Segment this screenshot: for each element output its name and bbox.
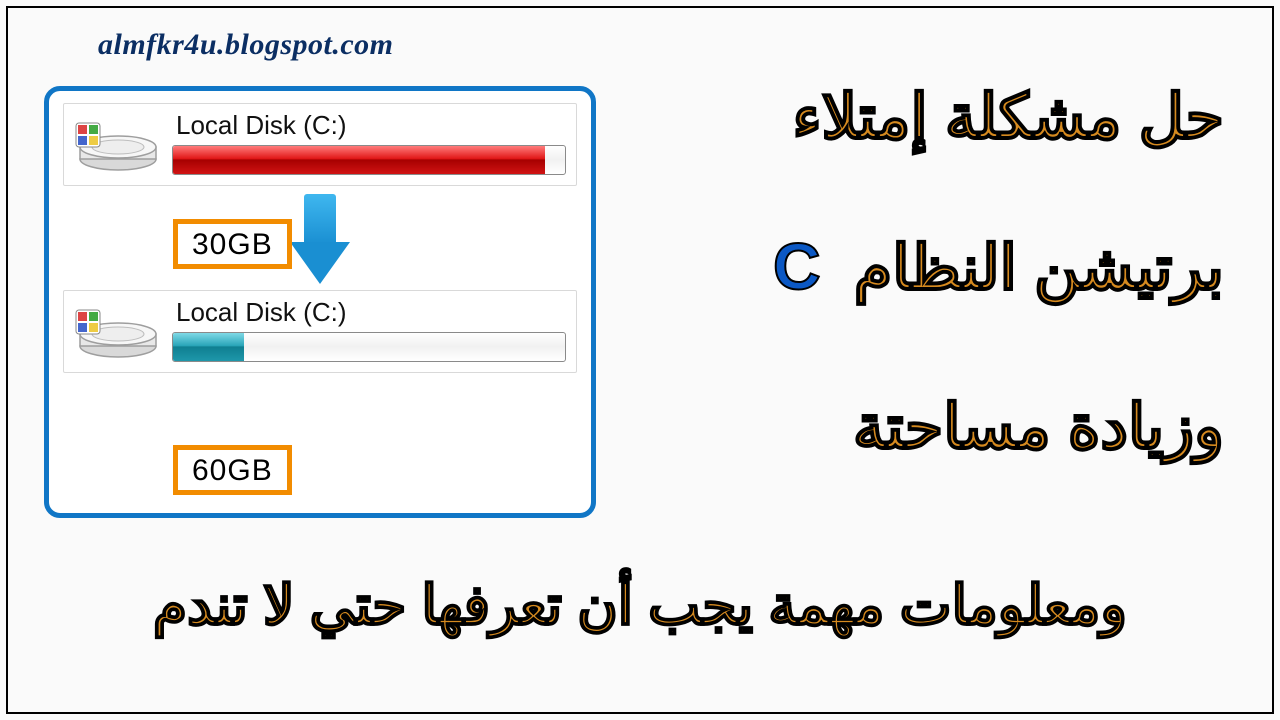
- disk-panel: Local Disk (C:): [44, 86, 596, 518]
- disk-label-after: Local Disk (C:): [172, 297, 566, 332]
- disk-label-before: Local Disk (C:): [172, 110, 566, 145]
- usage-bar-after: [172, 332, 566, 362]
- watermark-text: almfkr4u.blogspot.com: [98, 28, 394, 62]
- headline-line1: حل مشكلة إمتلاء: [792, 80, 1224, 153]
- hard-drive-icon: [74, 298, 158, 362]
- disk-body-before: Local Disk (C:): [172, 110, 566, 175]
- headline-line2: برتيشن النظام C: [773, 228, 1224, 304]
- disk-row-after: Local Disk (C:): [63, 290, 577, 373]
- usage-fill-before: [173, 146, 545, 174]
- size-highlight-before: 30GB: [173, 219, 292, 269]
- hard-drive-icon: [74, 111, 158, 175]
- headline-line2-text: برتيشن النظام: [854, 234, 1224, 303]
- arrow-down-icon: [290, 194, 350, 284]
- headline-line3: وزيادة مساحتة: [853, 390, 1224, 463]
- headline-letter-c: C: [773, 229, 837, 303]
- usage-fill-after: [173, 333, 244, 361]
- disk-row-before: Local Disk (C:): [63, 103, 577, 186]
- headline-line4: ومعلومات مهمة يجب أن تعرفها حتي لا تندم: [48, 573, 1232, 637]
- usage-bar-before: [172, 145, 566, 175]
- disk-body-after: Local Disk (C:): [172, 297, 566, 362]
- size-highlight-after: 60GB: [173, 445, 292, 495]
- page-frame: almfkr4u.blogspot.com Local Disk (C:): [6, 6, 1274, 714]
- arrow-container: [63, 194, 577, 284]
